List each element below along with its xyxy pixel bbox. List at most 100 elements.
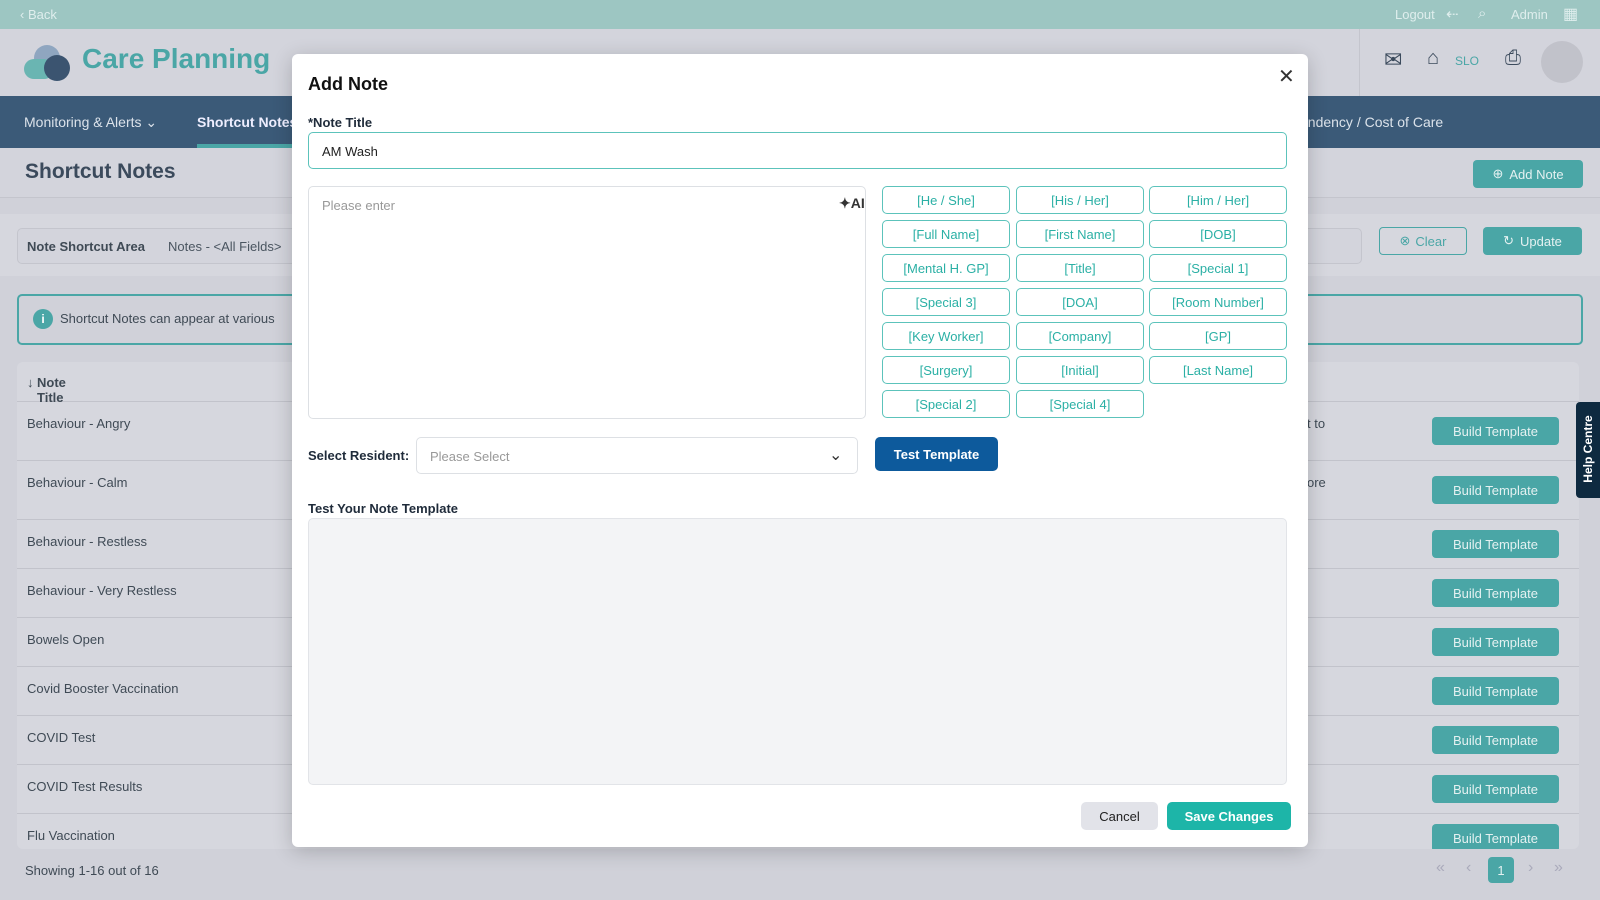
tag-special-2[interactable]: [Special 2] [882,390,1010,418]
info-text: Shortcut Notes can appear at various [60,311,275,326]
logout-icon[interactable]: ⇠ [1446,5,1459,23]
tag-him-her[interactable]: [Him / Her] [1149,186,1287,214]
tag-full-name[interactable]: [Full Name] [882,220,1010,248]
add-note-label: Add Note [1509,166,1564,182]
tag-doa[interactable]: [DOA] [1016,288,1144,316]
tag-special-4[interactable]: [Special 4] [1016,390,1144,418]
note-extra: ore [1307,475,1326,490]
clear-button[interactable]: ⊗ Clear [1379,227,1467,255]
update-label: Update [1519,233,1562,249]
tag-title[interactable]: [Title] [1016,254,1144,282]
note-title: COVID Test Results [27,779,143,794]
avatar[interactable] [1541,41,1583,83]
note-extra: t to [1307,416,1326,431]
close-icon[interactable]: ✕ [1278,64,1295,89]
last-page-icon[interactable]: » [1554,859,1563,877]
build-template-button[interactable]: Build Template [1432,775,1559,803]
build-template-button[interactable]: Build Template [1432,476,1559,504]
tag-special-1[interactable]: [Special 1] [1149,254,1287,282]
prev-page-icon[interactable]: ‹ [1466,859,1471,877]
cancel-button[interactable]: Cancel [1081,802,1158,830]
tag-initial[interactable]: [Initial] [1016,356,1144,384]
logo-icon [24,45,72,81]
tag-room-number[interactable]: [Room Number] [1149,288,1287,316]
help-centre-label: Help Centre [1581,415,1595,483]
note-title-input[interactable]: AM Wash [308,132,1287,169]
note-title: Behaviour - Very Restless [27,583,177,598]
build-template-button[interactable]: Build Template [1432,628,1559,656]
select-placeholder: Please Select [430,449,510,464]
nav-label: Monitoring & Alerts [24,114,142,130]
admin-label[interactable]: Admin [1511,7,1548,22]
chevron-down-icon: ⌄ [829,447,843,464]
tag-he-she[interactable]: [He / She] [882,186,1010,214]
update-button[interactable]: ↻ Update [1483,227,1582,255]
note-shortcut-area-label: Note Shortcut Area [27,239,145,254]
note-title: Behaviour - Calm [27,475,128,490]
add-note-button[interactable]: ⊕ Add Note [1473,160,1583,188]
modal-title: Add Note [308,74,388,94]
tag-key-worker[interactable]: [Key Worker] [882,322,1010,350]
ai-assist-icon[interactable]: ✦AI [839,195,865,212]
note-title: Covid Booster Vaccination [27,681,179,696]
next-page-icon[interactable]: › [1528,859,1533,877]
build-template-button[interactable]: Build Template [1432,530,1559,558]
select-resident-label: Select Resident: [308,448,410,463]
nav-shortcut-notes[interactable]: Shortcut Notes [197,114,297,130]
column-label: Note Title [37,375,66,405]
build-template-button[interactable]: Build Template [1432,824,1559,849]
note-body-placeholder: Please enter [322,198,395,213]
tag-first-name[interactable]: [First Name] [1016,220,1144,248]
tag-gp[interactable]: [GP] [1149,322,1287,350]
tag-his-her[interactable]: [His / Her] [1016,186,1144,214]
note-title-label: *Note Title [308,115,373,130]
info-icon: i [33,309,53,329]
tag-surgery[interactable]: [Surgery] [882,356,1010,384]
note-title: Bowels Open [27,632,105,647]
build-template-button[interactable]: Build Template [1432,677,1559,705]
test-template-button[interactable]: Test Template [875,437,998,471]
build-template-button[interactable]: Build Template [1432,417,1559,445]
top-bar: ‹ Back Logout ⇠ ⌕ Admin ▦ [0,0,1600,29]
page-1-button[interactable]: 1 [1488,857,1514,883]
select-resident-dropdown[interactable]: Please Select ⌄ [416,437,858,474]
build-template-button[interactable]: Build Template [1432,579,1559,607]
plus-circle-icon: ⊕ [1492,166,1504,181]
ai-label: AI [850,195,865,211]
refresh-icon: ↻ [1503,233,1514,248]
search-icon[interactable]: ⌕ [1478,5,1486,22]
note-title-value: AM Wash [322,144,378,159]
back-link[interactable]: ‹ Back [20,7,57,22]
save-changes-button[interactable]: Save Changes [1167,802,1291,830]
note-body-textarea[interactable]: Please enter ✦AI [308,186,866,419]
add-note-modal: Add Note ✕ *Note Title AM Wash Please en… [292,54,1308,847]
nav-dependency-cost-of-care[interactable]: endency / Cost of Care [1300,114,1443,130]
note-title: COVID Test [27,730,96,745]
note-title: Flu Vaccination [27,828,115,843]
column-note-title[interactable]: Note Title ↓ [27,375,66,405]
home-icon[interactable]: ⌂ [1427,47,1439,70]
note-title: Behaviour - Restless [27,534,147,549]
print-icon[interactable]: ⎙ [1505,47,1521,70]
logout-link[interactable]: Logout [1395,7,1435,22]
placeholder-tags: [He / She] [His / Her] [Him / Her] [Full… [882,186,1292,426]
tag-dob[interactable]: [DOB] [1149,220,1287,248]
tag-mental-h-gp[interactable]: [Mental H. GP] [882,254,1010,282]
test-template-label: Test Your Note Template [308,501,459,516]
build-template-button[interactable]: Build Template [1432,726,1559,754]
app-name: Care Planning [82,43,271,74]
home-label[interactable]: SLO [1455,54,1479,68]
clear-label: Clear [1415,233,1447,249]
tag-last-name[interactable]: [Last Name] [1149,356,1287,384]
mail-icon[interactable]: ✉ [1384,47,1402,73]
page-title: Shortcut Notes [25,160,176,183]
help-centre-tab[interactable]: Help Centre [1576,402,1600,498]
apps-grid-icon[interactable]: ▦ [1563,4,1578,24]
first-page-icon[interactable]: « [1436,859,1445,877]
tag-special-3[interactable]: [Special 3] [882,288,1010,316]
nav-monitoring-alerts[interactable]: Monitoring & Alerts ⌄ [24,114,157,131]
note-shortcut-area-select[interactable]: Notes - <All Fields> [168,239,281,254]
clear-icon: ⊗ [1399,233,1411,248]
tag-company[interactable]: [Company] [1016,322,1144,350]
note-title: Behaviour - Angry [27,416,131,431]
